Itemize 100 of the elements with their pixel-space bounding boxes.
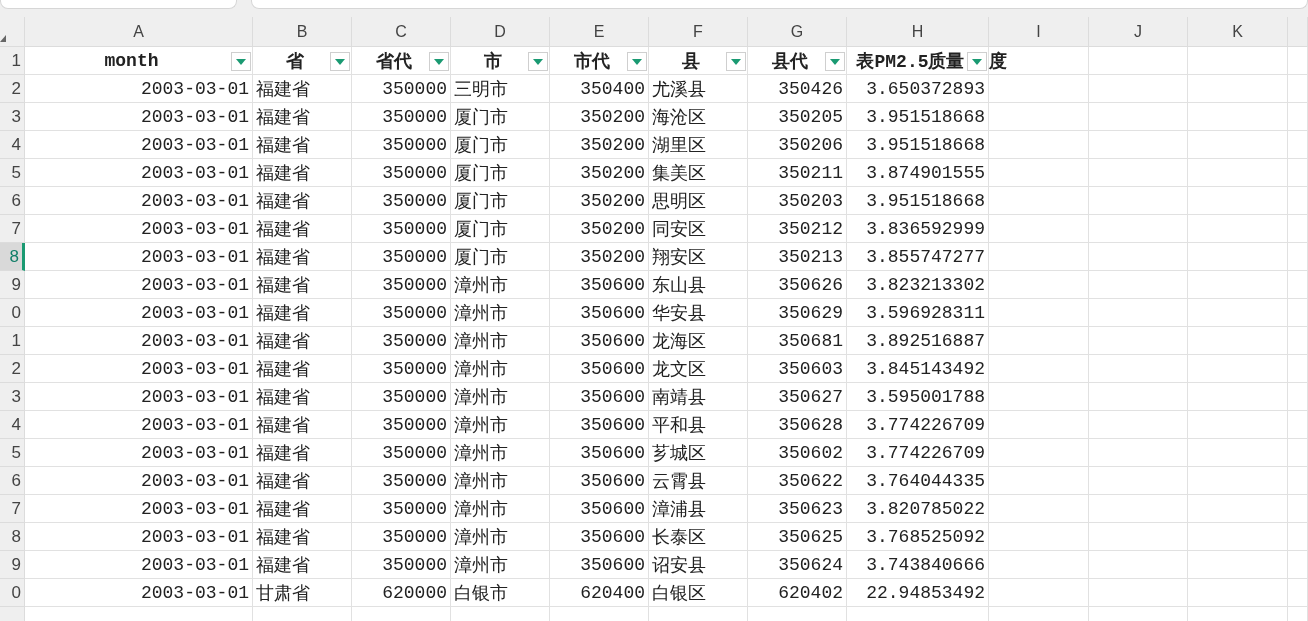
table-cell: 福建省 (253, 103, 352, 131)
table-cell: 诏安县 (649, 551, 748, 579)
caret-icon (236, 58, 246, 65)
row-header[interactable]: 9 (0, 551, 25, 579)
table-cell: 3.951518668 (847, 103, 989, 131)
table-cell: 350000 (352, 551, 451, 579)
table-cell: 云霄县 (649, 467, 748, 495)
table-cell: 福建省 (253, 523, 352, 551)
table-cell: 2003-03-01 (25, 187, 253, 215)
table-cell: 3.595001788 (847, 383, 989, 411)
table-cell: 22.94853492 (847, 579, 989, 607)
filter-button[interactable] (429, 52, 449, 71)
column-header[interactable]: H (847, 17, 989, 47)
column-header[interactable]: E (550, 17, 649, 47)
table-cell: 350627 (748, 383, 847, 411)
table-cell: 350628 (748, 411, 847, 439)
select-all-icon[interactable] (0, 35, 6, 42)
table-cell: 2003-03-01 (25, 467, 253, 495)
table-cell: 350212 (748, 215, 847, 243)
column-header[interactable]: D (451, 17, 550, 47)
table-cell: 福建省 (253, 495, 352, 523)
row-header[interactable]: 4 (0, 131, 25, 159)
row-header[interactable]: 1 (0, 47, 25, 75)
table-cell (1288, 299, 1308, 327)
row-header[interactable]: 6 (0, 467, 25, 495)
table-cell: 2003-03-01 (25, 523, 253, 551)
table-cell: 350000 (352, 411, 451, 439)
table-cell: 2003-03-01 (25, 551, 253, 579)
filter-button[interactable] (825, 52, 845, 71)
table-cell: 福建省 (253, 355, 352, 383)
row-header[interactable]: 2 (0, 355, 25, 383)
header-cell-text: 市代 (574, 50, 610, 73)
table-cell: 350624 (748, 551, 847, 579)
row-header[interactable]: 9 (0, 271, 25, 299)
table-cell: 漳州市 (451, 271, 550, 299)
column-header[interactable]: G (748, 17, 847, 47)
table-cell (1288, 243, 1308, 271)
table-cell: 350000 (352, 243, 451, 271)
header-cell-text: 省代 (376, 50, 412, 73)
column-header[interactable]: F (649, 17, 748, 47)
filter-button[interactable] (967, 52, 987, 71)
column-header[interactable]: B (253, 17, 352, 47)
caret-icon (731, 58, 741, 65)
table-cell: 3.596928311 (847, 299, 989, 327)
table-cell: 350681 (748, 327, 847, 355)
filter-button[interactable] (528, 52, 548, 71)
filter-button[interactable] (627, 52, 647, 71)
table-cell: 2003-03-01 (25, 131, 253, 159)
table-cell: 漳州市 (451, 299, 550, 327)
filter-button[interactable] (726, 52, 746, 71)
table-cell: 福建省 (253, 131, 352, 159)
table-cell: 2003-03-01 (25, 439, 253, 467)
filter-button[interactable] (330, 52, 350, 71)
table-cell: 3.836592999 (847, 215, 989, 243)
table-cell (1288, 579, 1308, 607)
row-header[interactable]: 0 (0, 579, 25, 607)
row-header[interactable]: 3 (0, 103, 25, 131)
table-cell: 福建省 (253, 327, 352, 355)
table-cell: 三明市 (451, 75, 550, 103)
table-cell: 3.743840666 (847, 551, 989, 579)
column-header[interactable]: J (1089, 17, 1188, 47)
table-cell: 福建省 (253, 551, 352, 579)
filter-button[interactable] (231, 52, 251, 71)
table-cell (1288, 523, 1308, 551)
table-cell: 漳浦县 (649, 495, 748, 523)
table-cell: 福建省 (253, 411, 352, 439)
table-cell: 350000 (352, 439, 451, 467)
table-cell: 福建省 (253, 159, 352, 187)
row-header[interactable]: 3 (0, 383, 25, 411)
table-cell: 620400 (550, 579, 649, 607)
row-header[interactable]: 7 (0, 495, 25, 523)
row-header[interactable]: 8 (0, 243, 25, 271)
table-cell: 3.774226709 (847, 411, 989, 439)
table-cell: 350600 (550, 551, 649, 579)
table-cell: 福建省 (253, 215, 352, 243)
row-header[interactable]: 1 (0, 327, 25, 355)
row-header[interactable]: 5 (0, 439, 25, 467)
column-header[interactable]: K (1188, 17, 1288, 47)
column-header[interactable]: I (989, 17, 1089, 47)
table-cell: 350213 (748, 243, 847, 271)
table-cell (1288, 47, 1308, 75)
row-header[interactable]: 8 (0, 523, 25, 551)
table-cell: 厦门市 (451, 131, 550, 159)
row-header[interactable]: 2 (0, 75, 25, 103)
column-header[interactable]: C (352, 17, 451, 47)
table-cell: 2003-03-01 (25, 243, 253, 271)
table-cell: 3.951518668 (847, 131, 989, 159)
row-header[interactable]: 7 (0, 215, 25, 243)
header-cell-text: 省 (286, 50, 304, 73)
row-header[interactable]: 0 (0, 299, 25, 327)
table-cell: 2003-03-01 (25, 299, 253, 327)
table-cell (1288, 327, 1308, 355)
column-header[interactable]: A (25, 17, 253, 47)
row-header[interactable]: 6 (0, 187, 25, 215)
table-cell: 福建省 (253, 383, 352, 411)
table-cell: 350600 (550, 355, 649, 383)
table-cell: 南靖县 (649, 383, 748, 411)
row-header[interactable]: 5 (0, 159, 25, 187)
row-header[interactable]: 4 (0, 411, 25, 439)
table-cell: 甘肃省 (253, 579, 352, 607)
